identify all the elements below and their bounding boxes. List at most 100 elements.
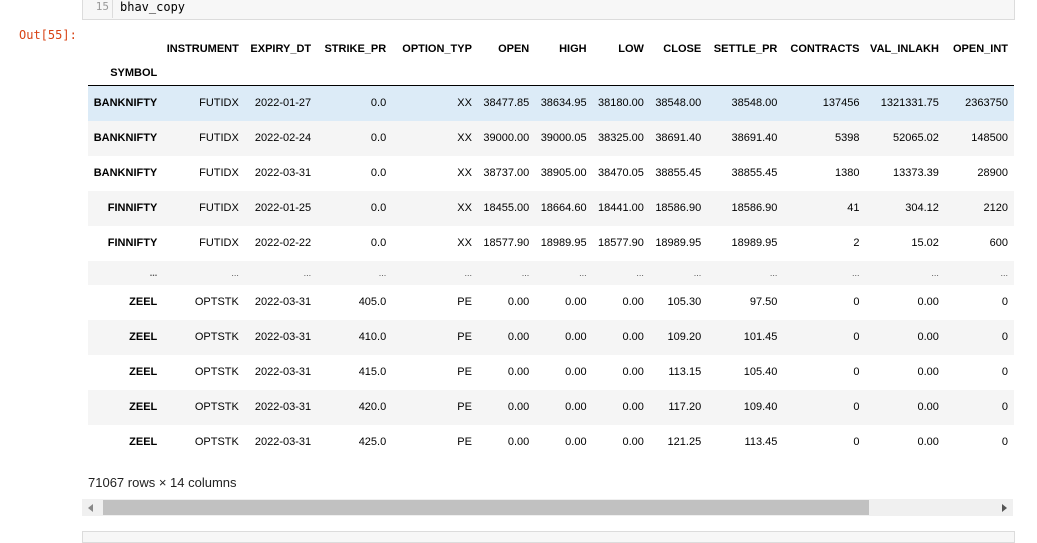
dataframe-shape-summary: 71067 rows × 14 columns	[88, 475, 237, 490]
table-cell: 0.00	[622, 366, 644, 378]
table-cell: 0.00	[917, 366, 939, 378]
table-cell: ...	[317, 260, 393, 285]
table-cell: 2022-01-25	[244, 190, 318, 226]
table-cell: 2022-03-31	[244, 319, 318, 355]
table-cell: PE	[392, 319, 478, 355]
table-cell: 18989.95	[655, 237, 702, 249]
table-cell: 18455.00	[477, 190, 536, 226]
table-cell: 0.00	[477, 389, 536, 425]
table-cell: 18664.60	[535, 190, 593, 226]
table-cell: 5398	[783, 120, 866, 156]
table-cell: 410.0	[317, 319, 393, 355]
code-text[interactable]: bhav_copy	[120, 0, 185, 15]
table-row[interactable]: FINNIFTY FUTIDX 2022-01-25 0.0 XX 18455.00 186…	[88, 190, 1014, 226]
column-header: OPTION_TYP	[402, 42, 472, 55]
column-header: INSTRUMENT	[166, 42, 239, 55]
input-cell[interactable]: 15 bhav_copy	[82, 0, 1015, 20]
ellipsis-row[interactable]: .......................................	[88, 260, 1014, 285]
table-cell: 2022-03-31	[254, 167, 312, 179]
index-corner	[88, 36, 163, 61]
table-cell: 425.0	[358, 436, 387, 448]
table-cell: ...	[783, 260, 866, 285]
table-cell: XX	[392, 190, 478, 226]
row-index-cell: ZEEL	[88, 319, 164, 355]
header-row: INSTRUMENT EXPIRY_DT STRIKE_PR OPTION_TYP OP…	[88, 36, 1014, 61]
table-cell: 39000.05	[535, 120, 593, 156]
horizontal-scrollbar[interactable]	[82, 499, 1013, 516]
table-cell: FUTIDX	[163, 190, 245, 226]
chevron-right-icon	[1002, 504, 1007, 512]
table-cell: 0.00	[565, 366, 587, 378]
index-name-header: SYMBOL	[88, 61, 164, 86]
row-index-cell: ZEEL	[129, 366, 158, 378]
table-cell: 0.00	[865, 319, 945, 355]
table-cell: 415.0	[358, 366, 387, 378]
table-cell: PE	[392, 389, 478, 425]
table-cell: 18586.90	[649, 190, 708, 226]
table-cell: 38470.05	[598, 167, 644, 179]
table-cell: 0.0	[317, 120, 393, 156]
table-cell: 18441.00	[592, 190, 650, 226]
table-cell: ...	[649, 260, 708, 285]
table-cell: 101.45	[707, 319, 784, 355]
table-cell: ...	[592, 260, 650, 285]
table-cell: 2120	[944, 190, 1014, 226]
table-cell: 0.00	[622, 296, 644, 308]
table-row[interactable]: BANKNIFTY FUTIDX 2022-03-31 0.0 XX 38737.00 38…	[88, 156, 1014, 191]
table-row[interactable]: BANKNIFTY FUTIDX 2022-01-27 0.0 XX 38477.85 38…	[88, 85, 1014, 121]
table-cell: ...	[865, 260, 945, 285]
table-cell: 2363750	[944, 85, 1014, 121]
table-row[interactable]: ZEEL OPTSTK 2022-03-31 410.0 PE 0.00 0.00 0.00 1…	[88, 319, 1014, 355]
table-cell: 148500	[944, 120, 1014, 156]
table-cell: 2022-03-31	[254, 296, 312, 308]
table-cell: XX	[457, 167, 472, 179]
table-cell: 0.00	[592, 319, 650, 355]
table-cell: 38548.00	[649, 85, 708, 121]
next-input-cell[interactable]	[82, 531, 1015, 543]
table-row[interactable]: ZEEL OPTSTK 2022-03-31 415.0 PE 0.00 0.00 0.00 1…	[88, 355, 1014, 390]
table-cell: 38855.45	[655, 167, 702, 179]
scroll-right-button[interactable]	[996, 499, 1013, 516]
table-cell: 0	[944, 319, 1014, 355]
column-header: CLOSE	[663, 42, 702, 55]
table-cell: ...	[163, 260, 245, 285]
table-cell: ...	[707, 260, 784, 285]
table-body: BANKNIFTY FUTIDX 2022-01-27 0.0 XX 38477.85 38…	[88, 85, 1014, 460]
output-prompt: Out[55]:	[19, 28, 77, 42]
table-cell: 28900	[977, 167, 1008, 179]
table-cell: 109.20	[649, 319, 708, 355]
table-cell: 0.00	[865, 389, 945, 425]
table-cell: 18586.90	[707, 190, 784, 226]
scrollbar-thumb[interactable]	[103, 500, 869, 515]
table-row[interactable]: ZEEL OPTSTK 2022-03-31 420.0 PE 0.00 0.00 0.00 1…	[88, 389, 1014, 425]
table-cell: 41	[783, 190, 866, 226]
column-header: VAL_INLAKH	[870, 42, 939, 55]
table-cell: 113.15	[668, 366, 702, 378]
table-cell: 0.00	[507, 296, 530, 308]
row-index-cell: ZEEL	[88, 389, 164, 425]
table-cell: ...	[392, 260, 478, 285]
table-cell: 0	[1001, 436, 1008, 448]
table-row[interactable]: ZEEL OPTSTK 2022-03-31 405.0 PE 0.00 0.00 0.00 1…	[88, 285, 1014, 320]
table-row[interactable]: FINNIFTY FUTIDX 2022-02-22 0.0 XX 18577.90 189…	[88, 226, 1014, 261]
table-cell: 600	[989, 237, 1008, 249]
table-cell: 121.25	[667, 436, 702, 448]
table-cell: 2022-02-22	[254, 237, 312, 249]
table-row[interactable]: ZEEL OPTSTK 2022-03-31 425.0 PE 0.00 0.00 0.00 1…	[88, 425, 1014, 460]
table-cell: 18989.95	[540, 237, 587, 249]
table-cell: 38634.95	[535, 85, 593, 121]
table-cell: 38325.00	[592, 120, 650, 156]
scroll-left-button[interactable]	[82, 499, 99, 516]
table-cell: 0.0	[370, 237, 387, 249]
table-cell: OPTSTK	[163, 389, 245, 425]
table-cell: 1380	[835, 167, 860, 179]
table-cell: 0.00	[592, 389, 650, 425]
row-index-cell: BANKNIFTY	[93, 167, 158, 179]
table-cell: ...	[535, 260, 593, 285]
table-row[interactable]: BANKNIFTY FUTIDX 2022-02-24 0.0 XX 39000.00 39…	[88, 120, 1014, 156]
table-cell: XX	[392, 120, 478, 156]
table-cell: 38548.00	[707, 85, 784, 121]
table-cell: 2	[853, 237, 860, 249]
table-cell: FUTIDX	[199, 237, 239, 249]
table-cell: 38691.40	[649, 120, 708, 156]
